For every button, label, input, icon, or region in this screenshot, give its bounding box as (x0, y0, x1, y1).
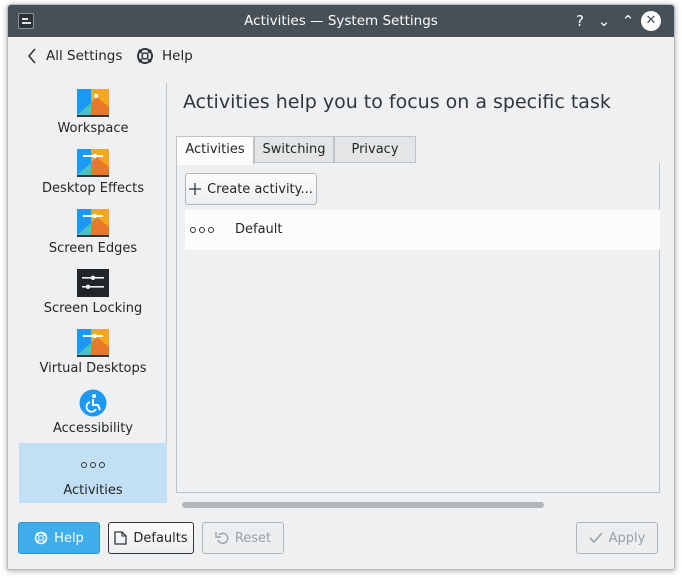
tab-privacy[interactable]: Privacy (334, 136, 416, 163)
help-button[interactable]: Help (136, 47, 193, 65)
apply-label: Apply (608, 530, 646, 546)
sidebar-item-desktop-effects[interactable]: Desktop Effects (19, 143, 167, 203)
sidebar-item-label: Screen Locking (43, 301, 143, 316)
help-label: Help (162, 48, 193, 64)
help-footer-button[interactable]: Help (18, 522, 100, 554)
screen-edges-icon (77, 209, 109, 237)
checkmark-icon (589, 532, 603, 544)
defaults-button[interactable]: Defaults (108, 522, 194, 554)
system-settings-window: Activities — System Settings ? ⌄ ⌃ ✕ All… (7, 4, 675, 570)
create-activity-label: Create activity... (207, 181, 313, 197)
horizontal-scrollbar[interactable] (182, 502, 544, 508)
screen-locking-icon (77, 269, 109, 297)
activity-item-default[interactable]: Default (185, 210, 660, 250)
plus-icon (189, 183, 202, 195)
sidebar-item-label: Activities (63, 483, 123, 498)
toolbar: All Settings Help (8, 37, 674, 77)
minimize-icon[interactable]: ⌄ (594, 11, 614, 31)
virtual-desktops-icon (77, 329, 109, 357)
create-activity-button[interactable]: Create activity... (185, 173, 317, 205)
defaults-label: Defaults (133, 530, 188, 546)
tab-switching[interactable]: Switching (254, 136, 334, 163)
maximize-icon[interactable]: ⌃ (618, 11, 638, 31)
close-icon[interactable]: ✕ (641, 11, 661, 31)
activity-name: Default (235, 222, 283, 237)
sidebar-item-virtual-desktops[interactable]: Virtual Desktops (19, 323, 167, 383)
desktop-effects-icon (77, 149, 109, 177)
activities-icon (81, 462, 105, 468)
apply-button[interactable]: Apply (576, 522, 658, 554)
sidebar-item-label: Workspace (57, 121, 129, 136)
sidebar-item-screen-locking[interactable]: Screen Locking (19, 263, 167, 323)
all-settings-label: All Settings (46, 48, 123, 64)
reset-label: Reset (234, 530, 272, 546)
titlebar[interactable]: Activities — System Settings ? ⌄ ⌃ ✕ (8, 5, 674, 37)
sidebar-item-workspace[interactable]: Workspace (19, 83, 167, 143)
page-title: Activities help you to focus on a specif… (183, 91, 611, 113)
sidebar-item-label: Desktop Effects (42, 181, 144, 196)
sidebar-item-accessibility[interactable]: Accessibility (19, 383, 167, 443)
document-revert-icon (114, 531, 128, 545)
sidebar-item-label: Screen Edges (48, 241, 138, 256)
undo-icon (215, 532, 229, 545)
all-settings-button[interactable]: All Settings (26, 47, 122, 65)
reset-button[interactable]: Reset (202, 522, 284, 554)
sidebar-item-label: Accessibility (53, 421, 133, 436)
help-footer-label: Help (54, 530, 84, 546)
sidebar-item-screen-edges[interactable]: Screen Edges (19, 203, 167, 263)
sidebar: Workspace Desktop Effects Screen Edges S… (19, 83, 167, 503)
lifebuoy-icon (137, 48, 153, 64)
chevron-left-icon (27, 48, 36, 64)
sidebar-item-activities[interactable]: Activities (19, 443, 167, 503)
tab-activities[interactable]: Activities (176, 136, 254, 165)
workspace-icon (77, 89, 109, 117)
activities-icon (190, 227, 214, 233)
sidebar-item-label: Virtual Desktops (39, 361, 147, 376)
lifebuoy-icon (34, 531, 48, 545)
help-icon[interactable]: ? (570, 11, 590, 31)
accessibility-icon (79, 389, 107, 417)
